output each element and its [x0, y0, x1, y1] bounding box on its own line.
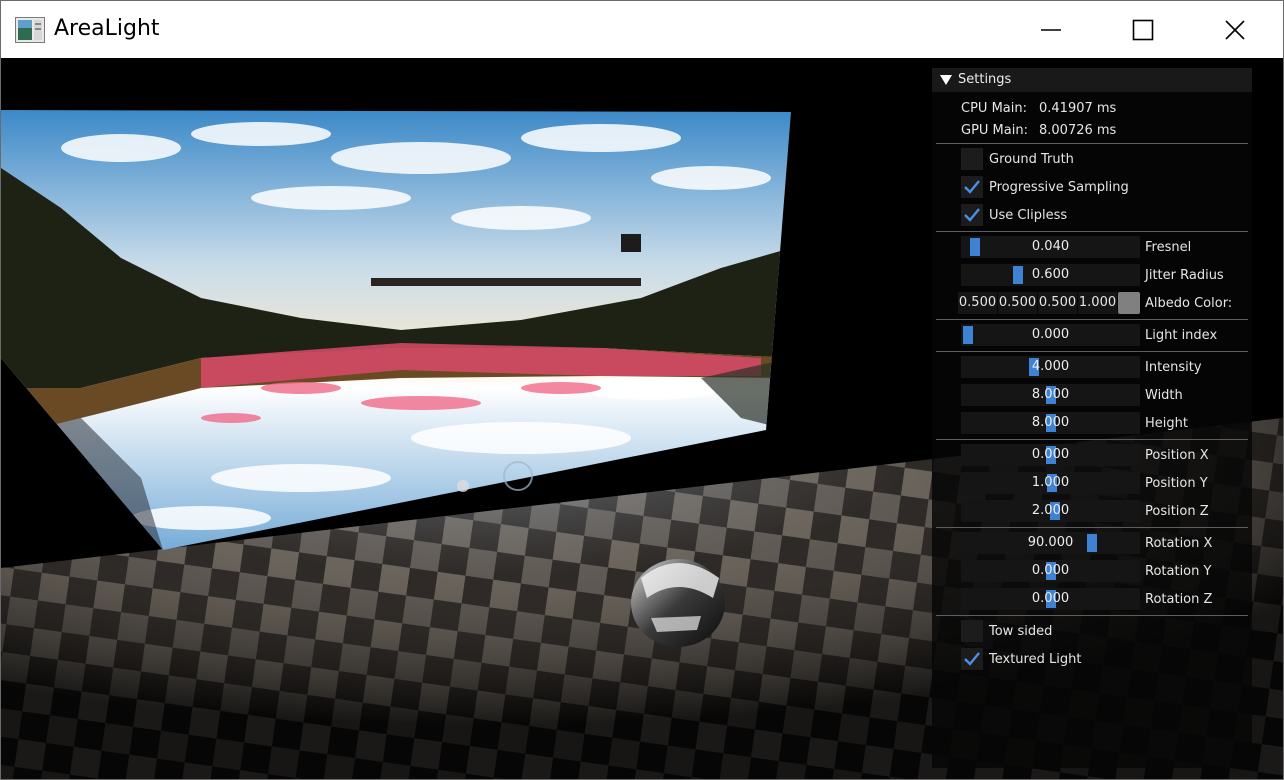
- jitter-radius-slider[interactable]: 0.600: [961, 264, 1140, 286]
- cpu-main-value: 0.41907 ms: [1039, 101, 1117, 116]
- position-x-label: Position X: [1145, 448, 1209, 463]
- jitter-radius-value: 0.600: [1031, 267, 1070, 282]
- rotation-x-value: 90.000: [1027, 535, 1074, 550]
- window-title: AreaLight: [54, 16, 160, 41]
- checkmark-icon: [964, 652, 980, 666]
- render-viewport[interactable]: Settings CPU Main: 0.41907 ms GPU Main: …: [1, 58, 1283, 779]
- progressive-sampling-label: Progressive Sampling: [989, 180, 1129, 195]
- position-x-slider[interactable]: 0.000: [961, 444, 1140, 466]
- albedo-b-field[interactable]: 0.500: [1038, 292, 1077, 314]
- rotation-z-slider[interactable]: 0.000: [961, 588, 1140, 610]
- settings-header[interactable]: Settings: [932, 68, 1252, 92]
- gpu-main-label: GPU Main:: [961, 123, 1028, 138]
- use-clipless-checkbox[interactable]: [961, 204, 983, 226]
- collapse-triangle-icon: [940, 75, 952, 85]
- two-sided-label: Tow sided: [989, 624, 1053, 639]
- albedo-g-field[interactable]: 0.500: [998, 292, 1037, 314]
- checkmark-icon: [964, 208, 980, 222]
- separator: [936, 319, 1248, 320]
- settings-panel: Settings CPU Main: 0.41907 ms GPU Main: …: [932, 68, 1252, 768]
- separator: [936, 439, 1248, 440]
- ground-truth-label: Ground Truth: [989, 152, 1074, 167]
- maximize-button[interactable]: [1097, 1, 1189, 58]
- gpu-main-value: 8.00726 ms: [1039, 123, 1117, 138]
- albedo-a-field[interactable]: 1.000: [1078, 292, 1117, 314]
- albedo-r-field[interactable]: 0.500: [958, 292, 997, 314]
- app-icon: [15, 17, 45, 43]
- width-value: 8.000: [1031, 387, 1070, 402]
- intensity-label: Intensity: [1145, 360, 1202, 375]
- width-slider[interactable]: 8.000: [961, 384, 1140, 406]
- height-label: Height: [1145, 416, 1188, 431]
- light-index-value: 0.000: [1031, 327, 1070, 342]
- position-z-label: Position Z: [1145, 504, 1209, 519]
- rotation-z-value: 0.000: [1031, 591, 1070, 606]
- albedo-g-value: 0.500: [998, 295, 1037, 310]
- two-sided-checkbox[interactable]: [961, 620, 983, 642]
- rotation-y-slider[interactable]: 0.000: [961, 560, 1140, 582]
- separator: [936, 143, 1248, 144]
- use-clipless-label: Use Clipless: [989, 208, 1068, 223]
- separator: [936, 615, 1248, 616]
- separator: [936, 351, 1248, 352]
- position-z-slider[interactable]: 2.000: [961, 500, 1140, 522]
- width-label: Width: [1145, 388, 1183, 403]
- fresnel-label: Fresnel: [1145, 240, 1192, 255]
- close-button[interactable]: [1189, 1, 1281, 58]
- height-slider[interactable]: 8.000: [961, 412, 1140, 434]
- rotation-x-label: Rotation X: [1145, 536, 1213, 551]
- minimize-button[interactable]: [1005, 1, 1097, 58]
- intensity-value: 4.000: [1031, 359, 1070, 374]
- separator: [936, 527, 1248, 528]
- position-x-value: 0.000: [1031, 447, 1070, 462]
- position-y-slider[interactable]: 1.000: [961, 472, 1140, 494]
- rotation-x-slider[interactable]: 90.000: [961, 532, 1140, 554]
- position-y-value: 1.000: [1031, 475, 1070, 490]
- app-window: AreaLight Settings CPU Main: 0.41907 ms …: [0, 0, 1284, 780]
- rotation-y-value: 0.000: [1031, 563, 1070, 578]
- rotation-z-label: Rotation Z: [1145, 592, 1213, 607]
- close-icon: [1225, 19, 1245, 40]
- light-index-label: Light index: [1145, 328, 1218, 343]
- textured-light-checkbox[interactable]: [961, 648, 983, 670]
- settings-title: Settings: [958, 72, 1012, 87]
- progressive-sampling-checkbox[interactable]: [961, 176, 983, 198]
- checkmark-icon: [964, 180, 980, 194]
- light-index-slider[interactable]: 0.000: [961, 324, 1140, 346]
- albedo-color-label: Albedo Color:: [1145, 296, 1233, 311]
- maximize-icon: [1132, 19, 1154, 40]
- title-bar[interactable]: AreaLight: [1, 1, 1283, 58]
- height-value: 8.000: [1031, 415, 1070, 430]
- intensity-slider[interactable]: 4.000: [961, 356, 1140, 378]
- fresnel-slider[interactable]: 0.040: [961, 236, 1140, 258]
- albedo-color-swatch[interactable]: [1118, 292, 1140, 314]
- albedo-b-value: 0.500: [1038, 295, 1077, 310]
- fresnel-value: 0.040: [1031, 239, 1070, 254]
- textured-light-label: Textured Light: [989, 652, 1082, 667]
- ground-truth-checkbox[interactable]: [961, 148, 983, 170]
- jitter-radius-label: Jitter Radius: [1145, 268, 1224, 283]
- rotation-y-label: Rotation Y: [1145, 564, 1212, 579]
- minimize-icon: [1041, 28, 1061, 31]
- albedo-r-value: 0.500: [958, 295, 997, 310]
- albedo-a-value: 1.000: [1078, 295, 1117, 310]
- cpu-main-label: CPU Main:: [961, 101, 1027, 116]
- position-y-label: Position Y: [1145, 476, 1208, 491]
- separator: [936, 231, 1248, 232]
- position-z-value: 2.000: [1031, 503, 1070, 518]
